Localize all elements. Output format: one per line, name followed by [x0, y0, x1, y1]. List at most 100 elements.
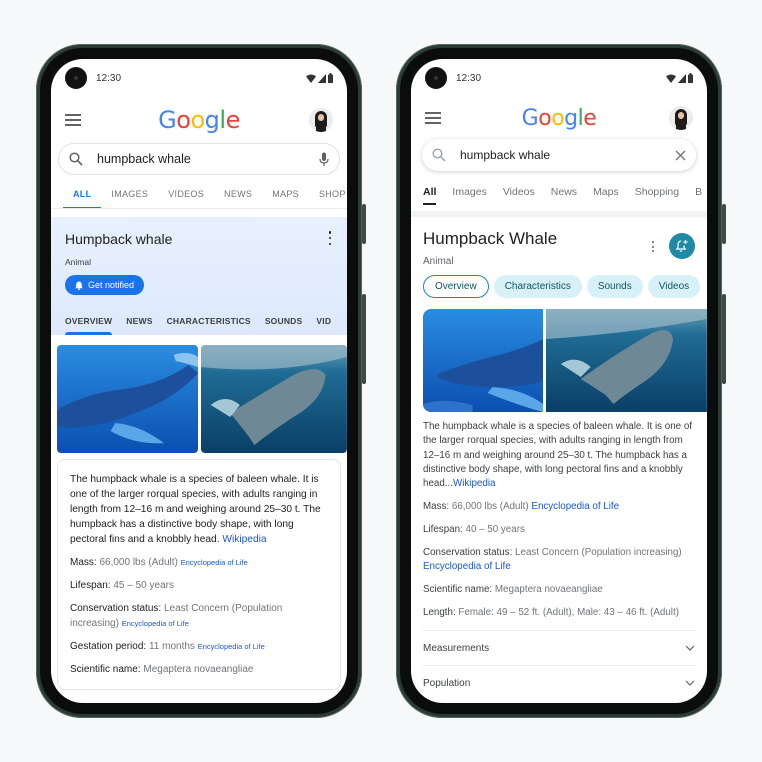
tab-videos[interactable]: Videos [503, 179, 535, 207]
tab-maps[interactable]: MAPS [262, 179, 309, 208]
chip-videos[interactable]: Videos [647, 275, 701, 298]
google-logo: Google [158, 106, 240, 134]
fact-mass: Mass: 66,000 lbs (Adult) Encyclopedia of… [70, 555, 328, 570]
search-tabs: All Images Videos News Maps Shopping B [411, 179, 707, 207]
tab-shopping[interactable]: SHOP [309, 179, 347, 208]
app-header: Google [411, 97, 707, 139]
description-body: The humpback whale is a species of balee… [70, 474, 321, 545]
tab-all[interactable]: ALL [63, 179, 102, 208]
logo-letter: e [583, 105, 597, 131]
signal-icon [678, 73, 686, 83]
tab-images[interactable]: Images [452, 179, 486, 207]
fact-label: Mass: [70, 557, 97, 568]
kp-title: Humpback whale [65, 231, 173, 247]
avatar[interactable] [669, 106, 693, 130]
fact-lifespan: Lifespan: 45 – 50 years [70, 578, 328, 593]
kp-tab-videos[interactable]: VID [316, 309, 331, 335]
kp-subtitle: Animal [423, 256, 454, 267]
whale-image-1[interactable] [423, 309, 544, 412]
logo-letter: o [190, 106, 205, 134]
fact-gestation: Gestation period: 11 months Encyclopedia… [70, 639, 328, 654]
chip-overview[interactable]: Overview [423, 275, 489, 298]
tab-shopping[interactable]: Shopping [635, 179, 679, 207]
tab-more[interactable]: B [695, 179, 702, 207]
menu-icon[interactable] [425, 112, 441, 124]
logo-letter: G [158, 106, 177, 134]
fact-conservation: Conservation status: Least Concern (Popu… [70, 601, 328, 631]
chip-sounds[interactable]: Sounds [586, 275, 643, 298]
source-link[interactable]: Encyclopedia of Life [531, 501, 619, 512]
fact-label: Scientific name: [70, 664, 141, 675]
avatar[interactable] [309, 108, 333, 132]
more-options-icon[interactable] [327, 231, 333, 245]
phone-side-button [362, 204, 366, 244]
logo-letter: o [538, 105, 552, 131]
source-link[interactable]: Encyclopedia of Life [181, 558, 248, 567]
battery-icon [688, 73, 693, 83]
description-text: The humpback whale is a species of balee… [423, 420, 695, 491]
wikipedia-link[interactable]: Wikipedia [453, 478, 495, 489]
search-icon[interactable] [432, 148, 446, 162]
get-notified-button[interactable]: Get notified [65, 275, 145, 295]
phone-side-button [722, 204, 726, 244]
phone-side-button [362, 294, 366, 384]
source-link[interactable]: Encyclopedia of Life [122, 619, 189, 628]
fact-label: Gestation period: [70, 641, 147, 652]
tab-all[interactable]: All [423, 179, 437, 207]
accordion-population[interactable]: Population [423, 665, 695, 700]
status-bar: 12:30 [411, 59, 707, 97]
chevron-down-icon [685, 681, 695, 687]
tab-videos[interactable]: VIDEOS [158, 179, 214, 208]
logo-letter: G [521, 105, 539, 131]
logo-letter: e [225, 106, 241, 134]
chip-characteristics[interactable]: Characteristics [493, 275, 582, 298]
search-bar[interactable]: humpback whale [58, 143, 340, 175]
wikipedia-link[interactable]: Wikipedia [222, 534, 266, 545]
status-bar: 12:30 [51, 59, 347, 97]
search-icon[interactable] [69, 152, 83, 166]
status-time: 12:30 [456, 72, 482, 84]
logo-letter: o [176, 106, 191, 134]
battery-icon [328, 73, 333, 83]
kp-tab-sounds[interactable]: SOUNDS [265, 309, 303, 335]
source-link[interactable]: Encyclopedia of Life [423, 561, 511, 572]
bell-plus-icon [675, 240, 688, 252]
status-time: 12:30 [96, 72, 122, 84]
app-header: Google [51, 97, 347, 143]
accordion-label: Measurements [423, 642, 490, 654]
kp-tab-overview[interactable]: OVERVIEW [65, 309, 113, 335]
fact-conservation: Conservation status: Least Concern (Popu… [423, 546, 695, 574]
right-phone: 12:30 Google humpback whale All Images V… [396, 44, 726, 718]
kp-tab-characteristics[interactable]: CHARACTERISTICS [167, 309, 251, 335]
tab-images[interactable]: IMAGES [101, 179, 158, 208]
whale-image-2[interactable] [201, 345, 347, 453]
camera-cutout [65, 67, 87, 89]
tab-maps[interactable]: Maps [593, 179, 619, 207]
knowledge-panel-header: Humpback Whale Animal Overview Character… [411, 217, 707, 298]
whale-image-1[interactable] [57, 345, 199, 453]
menu-icon[interactable] [65, 114, 81, 126]
search-input[interactable]: humpback whale [97, 152, 319, 166]
fact-label: Conservation status: [423, 547, 513, 559]
notify-button[interactable] [669, 233, 695, 259]
more-options-icon[interactable] [651, 241, 655, 252]
kp-tab-news[interactable]: NEWS [126, 309, 152, 335]
tab-news[interactable]: NEWS [214, 179, 262, 208]
search-bar[interactable]: humpback whale [422, 139, 696, 171]
search-input[interactable]: humpback whale [460, 148, 675, 162]
accordion-measurements[interactable]: Measurements [423, 630, 695, 665]
fact-lifespan: Lifespan: 40 – 50 years [423, 523, 695, 537]
source-link[interactable]: Encyclopedia of Life [198, 642, 265, 651]
fact-label: Conservation status: [70, 603, 162, 614]
clear-icon[interactable] [675, 150, 686, 161]
google-logo: Google [522, 106, 597, 131]
tab-news[interactable]: News [551, 179, 577, 207]
image-strip [423, 309, 707, 412]
search-tabs: ALL IMAGES VIDEOS NEWS MAPS SHOP [51, 179, 347, 209]
whale-image-2[interactable] [546, 309, 707, 412]
kp-tabs: OVERVIEW NEWS CHARACTERISTICS SOUNDS VID [65, 309, 333, 335]
mic-icon[interactable] [319, 152, 329, 167]
fact-label: Lifespan: [70, 580, 111, 591]
fact-mass: Mass: 66,000 lbs (Adult) Encyclopedia of… [423, 500, 695, 514]
fact-value: Least Concern (Population increasing) [515, 547, 682, 559]
